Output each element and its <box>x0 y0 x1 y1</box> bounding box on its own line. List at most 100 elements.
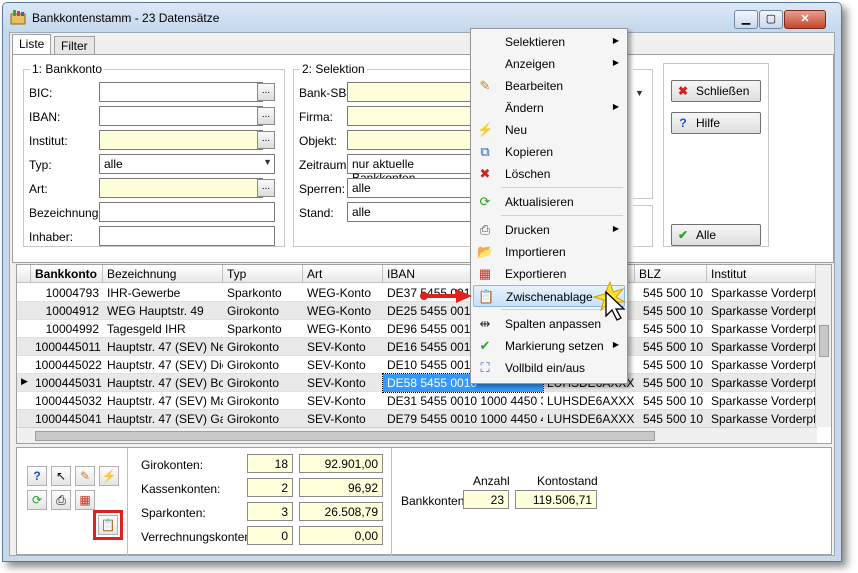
table-cell: DE79 5455 0010 1000 4450 41 <box>387 412 543 426</box>
table-row[interactable]: 10004912 WEG Hauptstr. 49 Girokonto WEG-Kon… <box>17 302 817 320</box>
divider <box>127 448 128 556</box>
table-row[interactable]: 1000445041 Hauptstr. 47 (SEV) Gans Girokon… <box>17 410 817 428</box>
horizontal-scrollbar[interactable] <box>17 427 817 443</box>
import-folder-icon: 📂 <box>477 244 494 259</box>
print-icon: ⎙ <box>479 222 491 237</box>
menu-item-markierung-setzen[interactable]: ✔ Markierung setzen ▶ <box>473 335 625 357</box>
table-header: Bankkonto Bezeichnung Typ Art IBAN BLZ I… <box>17 265 817 283</box>
menu-item-drucken[interactable]: ⎙ Drucken ▶ <box>473 219 625 241</box>
refresh-icon[interactable]: ⟳ <box>27 490 47 510</box>
tab-filter[interactable]: Filter <box>54 36 95 54</box>
table-row[interactable]: 1000445032 Hauptstr. 47 (SEV) Maye Girokon… <box>17 392 817 410</box>
sperren-select[interactable]: alle <box>347 178 473 198</box>
alle-button[interactable]: ✔ Alle <box>671 224 761 246</box>
scroll-thumb[interactable] <box>819 325 829 357</box>
iban-browse-button[interactable]: ... <box>257 107 275 125</box>
menu-item-importieren[interactable]: 📂 Importieren <box>473 241 625 263</box>
inhaber-input[interactable] <box>99 226 275 246</box>
stand-select[interactable]: alle <box>347 202 473 222</box>
table-cell: SEV-Konto <box>307 340 366 354</box>
title-bar[interactable]: Bankkontenstamm - 23 Datensätze ▁ ▢ ✕ <box>3 3 841 32</box>
menu-item-ändern[interactable]: Ändern ▶ <box>473 97 625 119</box>
art-input[interactable] <box>99 178 263 198</box>
banksb-label: Bank-SB: <box>299 86 350 100</box>
menu-item-vollbild-ein-aus[interactable]: ⛶ Vollbild ein/aus <box>473 357 625 379</box>
menu-item-label: Bearbeiten <box>505 79 564 93</box>
clipboard-icon[interactable]: 📋 <box>98 515 118 535</box>
scroll-thumb[interactable] <box>35 431 655 441</box>
column-resize-icon: ⇹ <box>479 316 491 331</box>
column-header-blz[interactable]: BLZ <box>635 265 707 283</box>
art-label: Art: <box>29 182 48 196</box>
iban-input[interactable] <box>99 106 263 126</box>
close-icon: ✖ <box>677 84 689 98</box>
table-cell: Girokonto <box>227 340 280 354</box>
bic-browse-button[interactable]: ... <box>257 83 275 101</box>
table-cell: 545 500 10 <box>642 304 703 318</box>
clipboard-icon: 📋 <box>478 289 495 304</box>
menu-item-label: Löschen <box>505 167 551 181</box>
new-lightning-icon: ⚡ <box>477 122 494 137</box>
select-arrow-icon[interactable]: ↖ <box>51 466 71 486</box>
column-header-institut[interactable]: Institut <box>707 265 817 283</box>
table-row[interactable]: 1000445022 Hauptstr. 47 (SEV) Dietz Giroko… <box>17 356 817 374</box>
close-button[interactable]: ✕ <box>784 10 826 29</box>
bic-input[interactable] <box>99 82 263 102</box>
table-cell: WEG-Konto <box>307 304 372 318</box>
table-cell: Sparkonto <box>227 286 282 300</box>
tab-liste[interactable]: Liste <box>12 34 52 55</box>
column-header-typ[interactable]: Typ <box>223 265 303 283</box>
typ-select[interactable]: alle ▼ <box>99 154 275 174</box>
menu-item-anzeigen[interactable]: Anzeigen ▶ <box>473 53 625 75</box>
art-browse-button[interactable]: ... <box>257 179 275 197</box>
table-cell: LUHSDE6AXXX <box>547 394 635 408</box>
menu-item-löschen[interactable]: ✖ Löschen <box>473 163 625 185</box>
menu-item-neu[interactable]: ⚡ Neu <box>473 119 625 141</box>
table-row[interactable]: 1000445011 Hauptstr. 47 (SEV) Neum Girokon… <box>17 338 817 356</box>
edit-pencil-icon[interactable]: ✎ <box>75 466 95 486</box>
objekt-input[interactable] <box>347 130 473 150</box>
table-cell: Hauptstr. 47 (SEV) Bohn <box>107 376 223 390</box>
menu-item-label: Anzeigen <box>505 57 556 71</box>
table-cell: Sparkasse Vorderpfalz <box>711 340 817 354</box>
maximize-button[interactable]: ▢ <box>759 10 783 29</box>
zeitraum-select[interactable]: nur aktuelle Bankkonten <box>347 154 473 185</box>
firma-input[interactable] <box>347 106 473 126</box>
menu-item-label: Kopieren <box>505 145 554 159</box>
column-header-art[interactable]: Art <box>303 265 383 283</box>
table-row[interactable]: 10004793 IHR-Gewerbe Sparkonto WEG-Konto DE3… <box>17 284 817 302</box>
minimize-button[interactable]: ▁ <box>734 10 758 29</box>
firma-label: Firma: <box>299 110 333 124</box>
banksb-input[interactable] <box>347 82 473 102</box>
hilfe-button[interactable]: ? Hilfe <box>671 112 761 134</box>
column-header-bankkonto[interactable]: Bankkonto <box>31 265 103 283</box>
verrechnungskonten-amount: 0,00 <box>299 526 383 545</box>
table-cell: Hauptstr. 47 (SEV) Dietz <box>107 358 223 372</box>
summary-panel: ? ↖ ✎ ⚡ ⟳ ⎙ ▦ 📋 Girokonten: 18 92.901,00… <box>16 447 832 556</box>
stand-label: Stand: <box>299 206 334 220</box>
menu-item-selektieren[interactable]: Selektieren ▶ <box>473 31 625 53</box>
column-header-bezeichnung[interactable]: Bezeichnung <box>103 265 223 283</box>
bezeichnung-input[interactable] <box>99 202 275 222</box>
filter-panel: 1: Bankkonto BIC: ... IBAN: ... Institut… <box>12 54 834 263</box>
vertical-scrollbar[interactable] <box>815 265 831 427</box>
check-all-icon: ✔ <box>677 228 689 242</box>
help-icon[interactable]: ? <box>27 466 47 486</box>
new-lightning-icon[interactable]: ⚡ <box>99 466 119 486</box>
checkmark-icon: ✔ <box>479 338 491 353</box>
chevron-down-icon: ▼ <box>263 157 272 167</box>
group-fourth <box>633 205 653 247</box>
table-row[interactable]: 10004992 Tagesgeld IHR Sparkonto WEG-Konto D… <box>17 320 817 338</box>
menu-item-kopieren[interactable]: ⧉ Kopieren <box>473 141 625 163</box>
table-row[interactable]: ▶ 1000445031 Hauptstr. 47 (SEV) Bohn Giroko… <box>17 373 817 393</box>
schliessen-button[interactable]: ✖ Schließen <box>671 80 761 102</box>
menu-item-aktualisieren[interactable]: ⟳ Aktualisieren <box>473 191 625 213</box>
institut-browse-button[interactable]: ... <box>257 131 275 149</box>
table-cell: Sparkasse Vorderpfalz <box>711 358 817 372</box>
print-icon[interactable]: ⎙ <box>51 490 71 510</box>
table-cell: Hauptstr. 47 (SEV) Gans <box>107 412 223 426</box>
export-icon[interactable]: ▦ <box>75 490 95 510</box>
institut-input[interactable] <box>99 130 263 150</box>
table-cell: Girokonto <box>227 412 280 426</box>
menu-item-bearbeiten[interactable]: ✎ Bearbeiten <box>473 75 625 97</box>
